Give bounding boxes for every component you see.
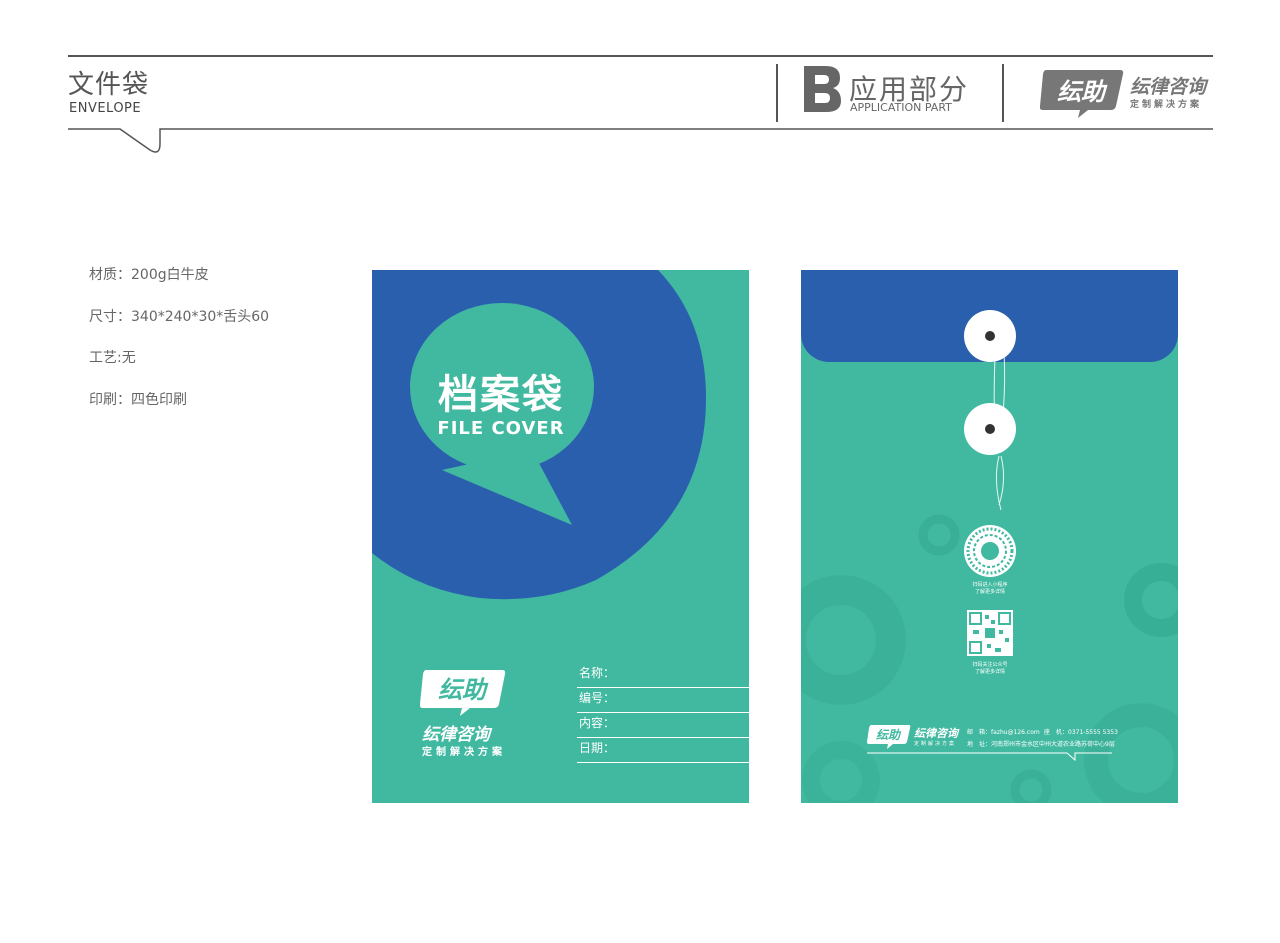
front-brand-name: 纭律咨询 xyxy=(422,725,490,745)
spec-material: 材质：200g白牛皮 xyxy=(89,267,209,283)
qr1-caption-line2: 了解更多详情 xyxy=(974,589,1005,595)
section-letter-b-icon xyxy=(804,66,841,112)
spec-size: 尺寸：340*240*30*舌头60 xyxy=(89,309,270,325)
field-content: 内容： xyxy=(577,712,749,738)
header-divider xyxy=(1002,64,1004,122)
header-top-rule xyxy=(68,55,1213,57)
field-date-label: 日期： xyxy=(579,741,616,755)
qr1-caption-line1: 扫码进入小程序 xyxy=(972,582,1008,588)
qr2-caption: 扫码关注公众号 了解更多详情 xyxy=(950,662,1030,676)
contact-address: 地 址：河南郑州市金水区中州大道农业路苏荷中心9层 xyxy=(967,741,1115,748)
brand-slogan: 定制解决方案 xyxy=(1130,100,1203,110)
qr2-caption-line1: 扫码关注公众号 xyxy=(972,662,1008,668)
header-divider xyxy=(776,64,778,122)
envelope-back: 扫码进入小程序 了解更多详情 扫码关注公众号 了解更多详情 纭助 纭律咨询 定制… xyxy=(801,270,1178,803)
back-brand-name: 纭律咨询 xyxy=(914,727,958,740)
svg-text:纭助: 纭助 xyxy=(1057,78,1108,106)
field-number: 编号： xyxy=(577,687,749,713)
envelope-button-top xyxy=(964,310,1016,362)
front-title: 档案袋 xyxy=(438,372,564,418)
field-name: 名称： xyxy=(577,662,749,688)
front-brand-logo-icon: 纭助 xyxy=(420,670,506,716)
front-title-en: FILE COVER xyxy=(437,418,565,439)
spec-printing: 印刷：四色印刷 xyxy=(89,392,187,408)
brand-logo-icon: 纭助 xyxy=(1040,70,1124,118)
page-title: 文件袋 xyxy=(68,70,150,100)
contact-phone: 座 机：0371-5555 5353 xyxy=(1044,729,1118,736)
qr2-caption-line2: 了解更多详情 xyxy=(974,669,1005,675)
envelope-front: 档案袋 FILE COVER 纭助 纭律咨询 定制解决方案 名称： 编号： 内容… xyxy=(372,270,749,803)
field-date: 日期： xyxy=(577,737,749,763)
page-subtitle: ENVELOPE xyxy=(69,101,142,116)
section-subtitle: APPLICATION PART xyxy=(850,101,952,114)
spec-process: 工艺:无 xyxy=(89,350,136,366)
header-bottom-rule xyxy=(68,128,1213,153)
svg-text:纭助: 纭助 xyxy=(876,728,902,742)
button-hole xyxy=(985,331,995,341)
contact-email: 邮 箱：fazhu@126.com xyxy=(967,729,1040,736)
front-brand-slogan: 定制解决方案 xyxy=(422,747,506,758)
back-brand-slogan: 定制解决方案 xyxy=(914,741,957,747)
button-hole xyxy=(985,424,995,434)
field-content-label: 内容： xyxy=(579,716,616,730)
svg-text:纭助: 纭助 xyxy=(438,676,489,704)
qr-code-icon xyxy=(967,610,1013,656)
back-brand-logo-icon: 纭助 xyxy=(867,725,911,749)
brand-name: 纭律咨询 xyxy=(1130,76,1207,98)
field-name-label: 名称： xyxy=(579,666,616,680)
qr1-caption: 扫码进入小程序 了解更多详情 xyxy=(950,582,1030,596)
field-number-label: 编号： xyxy=(579,691,616,705)
envelope-button-bottom xyxy=(964,403,1016,455)
mini-program-code-icon xyxy=(964,525,1016,577)
back-footer-rule xyxy=(867,752,1112,762)
